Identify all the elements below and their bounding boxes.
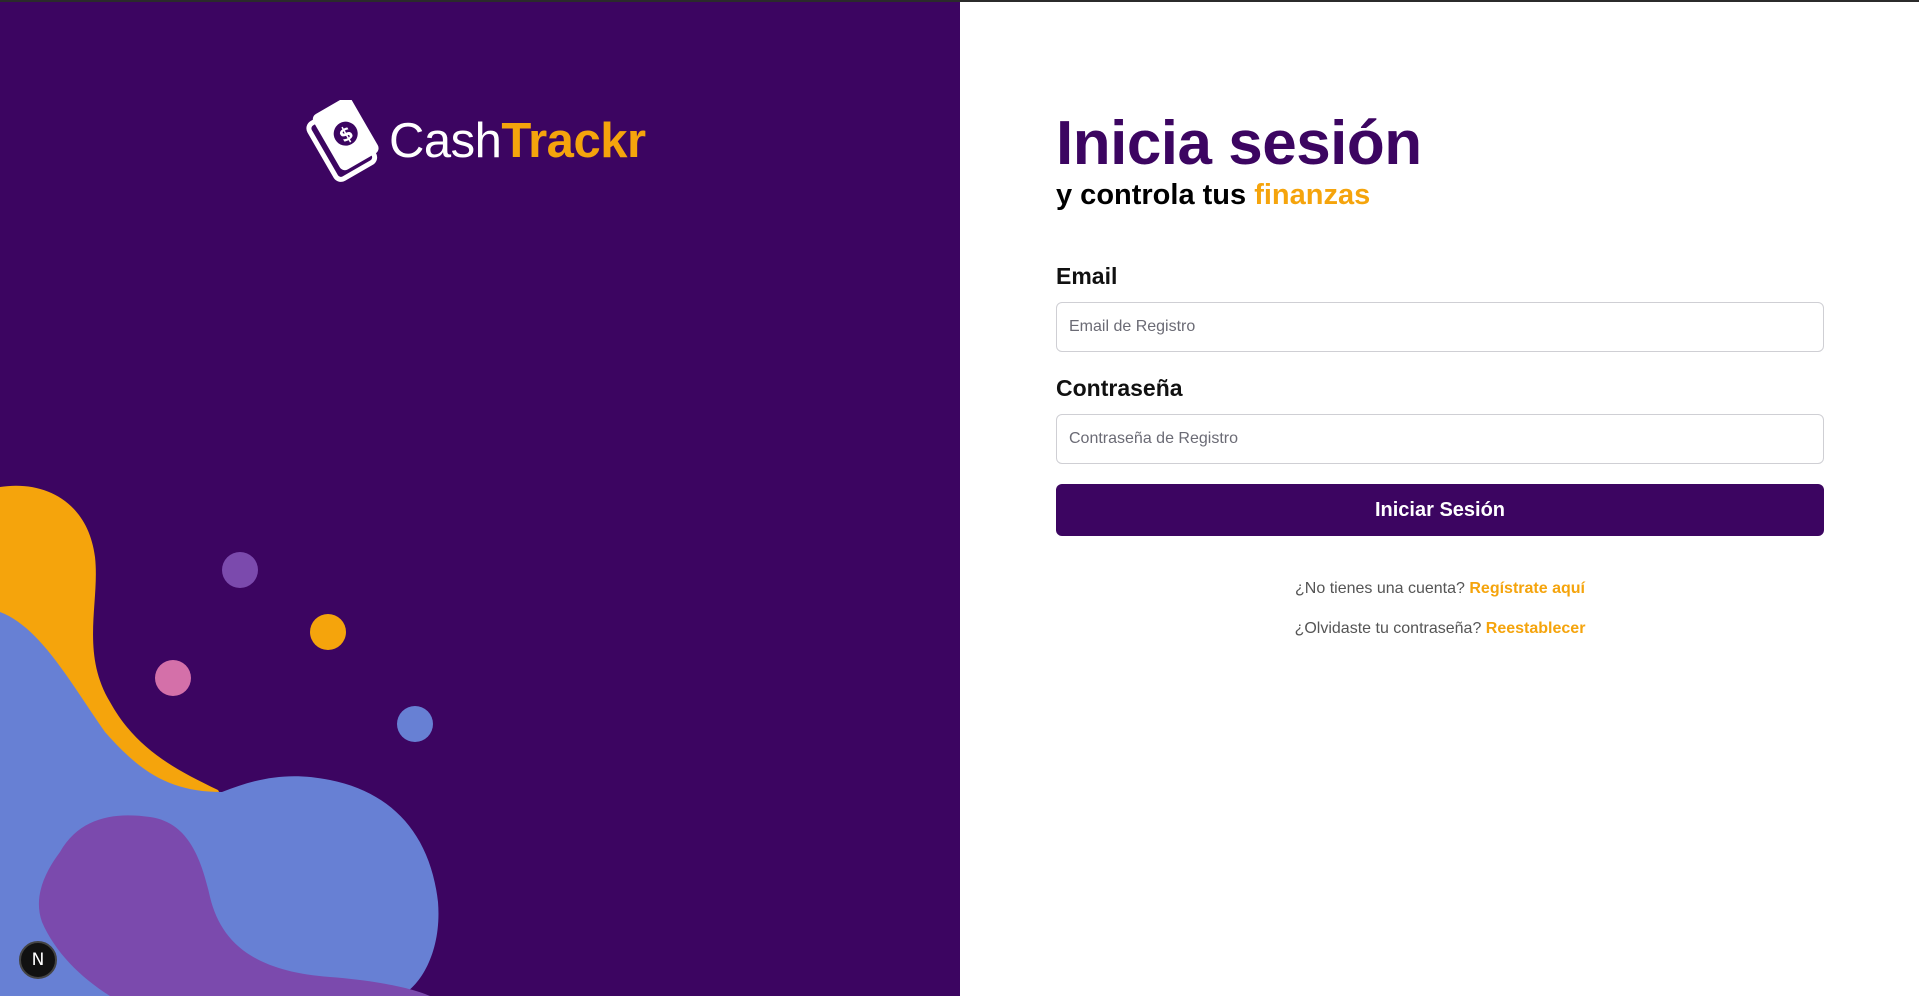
logo-word-cash: Cash <box>389 113 502 168</box>
login-button[interactable]: Iniciar Sesión <box>1056 484 1824 536</box>
pink-dot <box>155 660 191 696</box>
reset-row: ¿Olvidaste tu contraseña? Reestablecer <box>1056 618 1824 640</box>
logo-word-trackr: Trackr <box>501 113 646 168</box>
password-label: Contraseña <box>1056 375 1183 401</box>
email-field[interactable] <box>1056 302 1824 352</box>
password-field[interactable] <box>1056 414 1824 464</box>
page-title: Inicia sesión <box>1056 109 1422 178</box>
blue-dot <box>397 706 433 742</box>
logo-wordmark: CashTrackr <box>389 113 646 168</box>
login-page: $ CashTrackr N Inicia sesión y controla … <box>0 2 1919 996</box>
form-panel: Inicia sesión y controla tus finanzas Em… <box>960 2 1919 996</box>
register-row: ¿No tienes una cuenta? Regístrate aquí <box>1056 578 1824 600</box>
violet-dot <box>222 552 258 588</box>
orange-dot <box>310 614 346 650</box>
nextjs-icon[interactable]: N <box>19 941 57 979</box>
auth-links: ¿No tienes una cuenta? Regístrate aquí ¿… <box>1056 578 1824 640</box>
register-prompt: ¿No tienes una cuenta? <box>1295 580 1465 597</box>
money-bill-icon: $ <box>306 100 379 182</box>
login-form: Inicia sesión y controla tus finanzas Em… <box>1056 110 1824 640</box>
email-label: Email <box>1056 263 1118 289</box>
cashtrackr-logo[interactable]: $ CashTrackr <box>305 100 646 182</box>
reset-password-link[interactable]: Reestablecer <box>1486 620 1586 637</box>
subtitle-accent: finanzas <box>1254 179 1371 211</box>
brand-panel: $ CashTrackr N <box>0 2 960 996</box>
reset-prompt: ¿Olvidaste tu contraseña? <box>1294 620 1482 637</box>
subtitle-prefix: y controla tus <box>1056 179 1255 211</box>
register-link[interactable]: Regístrate aquí <box>1469 580 1585 597</box>
dev-badge-letter: N <box>31 950 45 970</box>
page-subtitle: y controla tus finanzas <box>1056 178 1824 212</box>
